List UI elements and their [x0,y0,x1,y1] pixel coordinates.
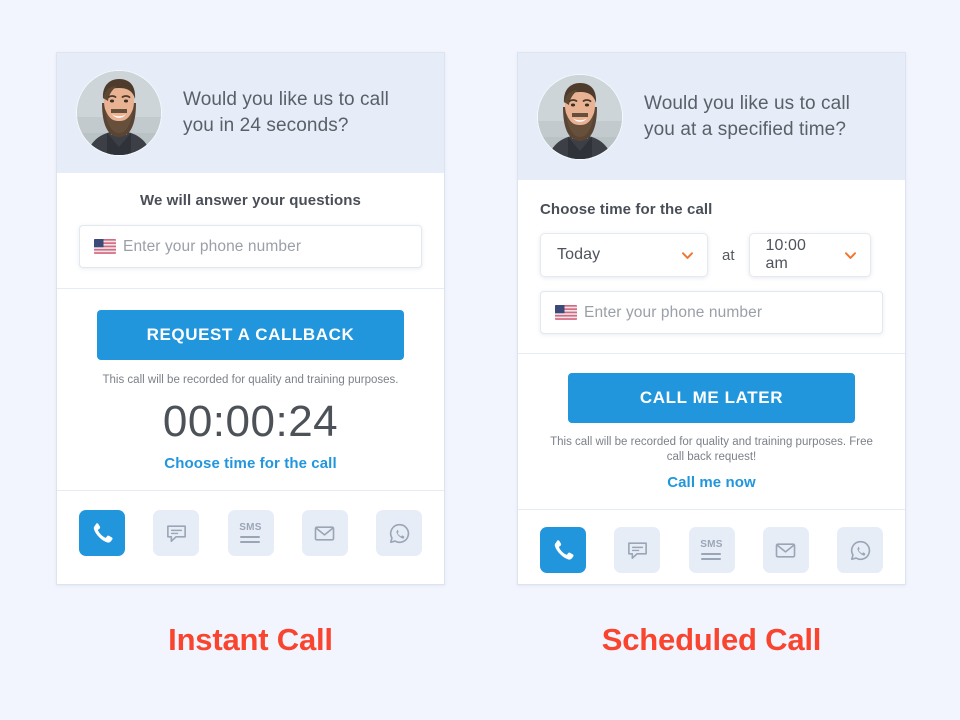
scheduled-subtitle: Choose time for the call [540,201,713,218]
avatar [77,71,161,155]
channel-sms[interactable]: SMS [688,527,735,573]
day-select-value: Today [557,246,601,263]
agent-photo-icon [77,71,161,155]
channel-sms[interactable]: SMS [227,510,274,556]
day-select[interactable]: Today [540,233,708,277]
scheduled-call-widget: Would you like us to call you at a speci… [517,52,906,585]
sms-icon-bar [701,552,722,555]
countdown-timer: 00:00:24 [162,397,339,446]
instant-header-question: Would you like us to call you in 24 seco… [183,89,389,136]
instant-card-header: Would you like us to call you in 24 seco… [57,53,444,173]
scheduled-action-section: CALL ME LATER This call will be recorded… [518,354,905,509]
instant-phone-section: Enter your phone number [57,225,444,288]
phone-input-placeholder: Enter your phone number [584,303,763,321]
at-label: at [722,246,735,264]
time-select-value: 10:00 am [765,237,807,272]
request-callback-button[interactable]: REQUEST A CALLBACK [97,310,404,360]
sms-icon: SMS [239,523,262,543]
us-flag-icon [94,239,116,254]
scheduled-subtitle-section: Choose time for the call [518,180,905,233]
instant-call-caption: Instant Call [168,622,333,657]
scheduled-call-caption: Scheduled Call [601,622,822,657]
phone-input-placeholder: Enter your phone number [123,237,302,255]
call-me-later-button[interactable]: CALL ME LATER [568,373,855,423]
instant-subtitle-section: We will answer your questions [57,173,444,225]
time-picker-section: Today at 10:00 am [518,233,905,291]
sms-icon-bar [240,535,261,538]
instant-action-section: REQUEST A CALLBACK This call will be rec… [57,289,444,490]
phone-icon [90,521,114,545]
instant-subtitle: We will answer your questions [139,192,361,209]
channel-phone[interactable] [540,527,586,573]
envelope-icon [774,539,797,562]
instant-disclaimer: This call will be recorded for quality a… [102,374,399,386]
channel-chat[interactable] [153,510,200,556]
whatsapp-icon [388,522,411,545]
page-root: Would you like us to call you in 24 seco… [0,0,960,720]
sms-icon-bar [701,557,722,560]
scheduled-card-header: Would you like us to call you at a speci… [518,53,905,180]
chevron-down-icon [843,248,858,263]
sms-icon-bar [240,540,261,543]
phone-input[interactable]: Enter your phone number [540,291,883,334]
avatar [538,74,622,159]
phone-input[interactable]: Enter your phone number [79,225,422,268]
choose-time-link[interactable]: Choose time for the call [79,455,422,472]
chevron-down-icon [680,248,695,263]
sms-icon-label: SMS [700,539,723,550]
us-flag-icon [555,305,577,320]
scheduled-disclaimer: This call will be recorded for quality a… [550,436,873,463]
envelope-icon [313,522,336,545]
sms-icon: SMS [700,540,723,560]
chat-bubble-icon [626,539,649,562]
instant-call-widget: Would you like us to call you in 24 seco… [56,52,445,585]
channel-whatsapp[interactable] [837,527,883,573]
channel-email[interactable] [762,527,809,573]
time-picker-row: Today at 10:00 am [540,233,883,277]
phone-icon [551,538,575,562]
scheduled-phone-section: Enter your phone number [518,291,905,353]
sms-icon-label: SMS [239,522,262,533]
whatsapp-icon [849,539,872,562]
channel-whatsapp[interactable] [376,510,422,556]
time-select[interactable]: 10:00 am [748,233,871,277]
call-me-now-link[interactable]: Call me now [540,474,883,491]
chat-bubble-icon [165,522,188,545]
channel-email[interactable] [301,510,348,556]
scheduled-channel-bar: SMS [518,510,905,584]
scheduled-header-question: Would you like us to call you at a speci… [644,92,850,140]
instant-channel-bar: SMS [57,491,444,575]
channel-phone[interactable] [79,510,125,556]
channel-chat[interactable] [614,527,661,573]
agent-photo-icon [538,75,622,159]
